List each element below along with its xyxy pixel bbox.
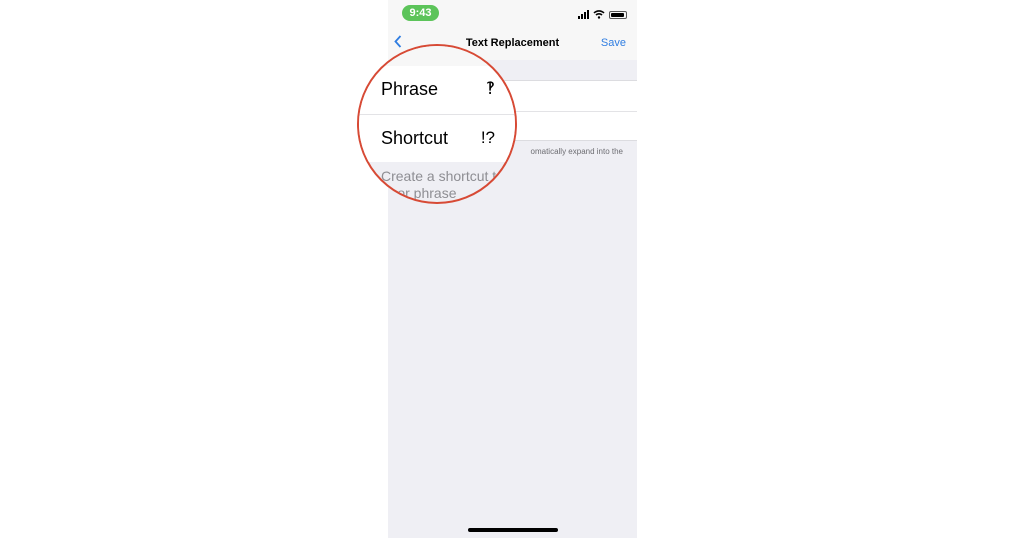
- phrase-value: ‽: [485, 79, 495, 98]
- magnified-nav-strip: Text Replacement: [359, 46, 515, 66]
- shortcut-label: Shortcut: [381, 128, 449, 148]
- magnifier-callout: Text Replacement Phrase ‽ Shortcut !? Cr…: [357, 44, 517, 204]
- magnified-footer-line-2: rd or phrase: [381, 185, 457, 201]
- wifi-icon: [593, 10, 605, 19]
- status-time: 9:43: [402, 5, 439, 21]
- magnified-form: Phrase ‽ Shortcut !?: [359, 66, 515, 162]
- home-indicator[interactable]: [468, 528, 558, 532]
- magnified-footer-hint: Create a shortcut t rd or phrase: [381, 168, 515, 202]
- battery-icon: [609, 11, 627, 19]
- status-icons: [578, 9, 627, 19]
- shortcut-value: !?: [480, 128, 495, 147]
- save-button[interactable]: Save: [601, 37, 626, 49]
- magnified-title: Text Replacement: [467, 44, 516, 52]
- phrase-field[interactable]: Phrase ‽: [359, 66, 515, 114]
- status-bar: 9:43: [388, 0, 637, 26]
- phrase-label: Phrase: [381, 79, 439, 99]
- magnified-footer-line-1: Create a shortcut t: [381, 168, 497, 184]
- shortcut-field[interactable]: Shortcut !?: [359, 114, 515, 162]
- signal-icon: [578, 10, 589, 19]
